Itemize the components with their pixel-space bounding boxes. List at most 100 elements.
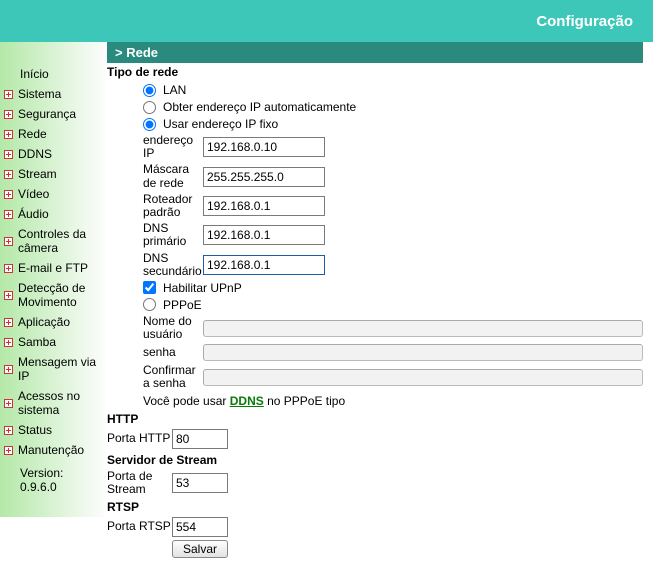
sidebar-item-status[interactable]: Status — [0, 420, 105, 440]
radio-lan-row[interactable]: LAN — [143, 83, 643, 97]
ddns-pre: Você pode usar — [143, 394, 230, 408]
page-header: Configuração — [0, 0, 653, 42]
plus-icon — [4, 90, 13, 99]
plus-icon — [4, 130, 13, 139]
save-row: Salvar — [107, 540, 643, 558]
sidebar-item-camera-controls[interactable]: Controles da câmera — [0, 224, 105, 258]
version-label: Version: 0.9.6.0 — [0, 460, 105, 497]
net-type-heading: Tipo de rede — [107, 65, 643, 79]
sidebar-item-inicio[interactable]: Início — [0, 64, 105, 84]
http-heading: HTTP — [107, 412, 643, 426]
plus-icon — [4, 291, 13, 300]
sidebar-item-motion[interactable]: Detecção de Movimento — [0, 278, 105, 312]
radio-fixedip-row[interactable]: Usar endereço IP fixo — [143, 117, 643, 131]
sidebar-item-label: Sistema — [18, 87, 61, 101]
plus-icon — [4, 237, 13, 246]
mask-row: Máscara de rede — [143, 163, 643, 189]
sidebar-item-stream[interactable]: Stream — [0, 164, 105, 184]
plus-icon — [4, 210, 13, 219]
upnp-label: Habilitar UPnP — [163, 281, 242, 295]
sidebar-item-seguranca[interactable]: Segurança — [0, 104, 105, 124]
sidebar: Início Sistema Segurança Rede DDNS Strea… — [0, 42, 105, 517]
radio-pppoe-row[interactable]: PPPoE — [143, 298, 643, 312]
mask-input[interactable] — [203, 167, 325, 187]
section-bar: > Rede — [107, 42, 643, 63]
sidebar-item-video[interactable]: Vídeo — [0, 184, 105, 204]
dns1-input[interactable] — [203, 225, 325, 245]
sidebar-item-access-log[interactable]: Acessos no sistema — [0, 386, 105, 420]
plus-icon — [4, 365, 13, 374]
sidebar-item-samba[interactable]: Samba — [0, 332, 105, 352]
save-button[interactable]: Salvar — [172, 540, 228, 558]
radio-autoip[interactable] — [143, 101, 156, 114]
sidebar-item-label: Início — [20, 67, 49, 81]
plus-icon — [4, 399, 13, 408]
gw-label: Roteador padrão — [143, 193, 203, 219]
sidebar-item-sistema[interactable]: Sistema — [0, 84, 105, 104]
dns1-row: DNS primário — [143, 222, 643, 248]
sidebar-item-label: Controles da câmera — [18, 227, 101, 255]
ddns-link[interactable]: DDNS — [230, 394, 264, 408]
pppoe-confirm-row: Confirmar a senha — [143, 364, 643, 390]
upnp-row[interactable]: Habilitar UPnP — [143, 281, 643, 295]
sidebar-item-label: Áudio — [18, 207, 49, 221]
sidebar-item-label: Stream — [18, 167, 57, 181]
sidebar-item-ddns[interactable]: DDNS — [0, 144, 105, 164]
dns2-label: DNS secundário — [143, 252, 203, 278]
ip-input[interactable] — [203, 137, 325, 157]
sidebar-item-label: Segurança — [18, 107, 76, 121]
radio-lan[interactable] — [143, 84, 156, 97]
plus-icon — [4, 264, 13, 273]
plus-icon — [4, 150, 13, 159]
pppoe-user-row: Nome do usuário — [143, 315, 643, 341]
sidebar-item-label: Mensagem via IP — [18, 355, 101, 383]
pppoe-pass-input[interactable] — [203, 344, 643, 361]
sidebar-item-label: DDNS — [18, 147, 52, 161]
layout: Início Sistema Segurança Rede DDNS Strea… — [0, 42, 653, 558]
rtsp-port-row: Porta RTSP — [107, 517, 643, 537]
plus-icon — [4, 426, 13, 435]
http-port-input[interactable] — [172, 429, 228, 449]
rtsp-heading: RTSP — [107, 500, 643, 514]
radio-autoip-row[interactable]: Obter endereço IP automaticamente — [143, 100, 643, 114]
stream-port-label: Porta de Stream — [107, 470, 172, 496]
stream-port-input[interactable] — [172, 473, 228, 493]
pppoe-pass-label: senha — [143, 346, 203, 359]
radio-pppoe-label: PPPoE — [163, 298, 202, 312]
plus-icon — [4, 190, 13, 199]
dns1-label: DNS primário — [143, 222, 203, 248]
plus-icon — [4, 318, 13, 327]
sidebar-item-rede[interactable]: Rede — [0, 124, 105, 144]
sidebar-item-label: E-mail e FTP — [18, 261, 88, 275]
http-port-row: Porta HTTP — [107, 429, 643, 449]
sidebar-item-audio[interactable]: Áudio — [0, 204, 105, 224]
pppoe-pass-row: senha — [143, 344, 643, 361]
sidebar-item-label: Manutenção — [18, 443, 84, 457]
pppoe-confirm-label: Confirmar a senha — [143, 364, 203, 390]
sidebar-item-email-ftp[interactable]: E-mail e FTP — [0, 258, 105, 278]
sidebar-item-label: Status — [18, 423, 52, 437]
plus-icon — [4, 338, 13, 347]
radio-fixedip[interactable] — [143, 118, 156, 131]
pppoe-confirm-input[interactable] — [203, 369, 643, 386]
sidebar-item-application[interactable]: Aplicação — [0, 312, 105, 332]
upnp-checkbox[interactable] — [143, 281, 156, 294]
plus-icon — [4, 446, 13, 455]
sidebar-item-label: Rede — [18, 127, 47, 141]
dns2-input[interactable] — [203, 255, 325, 275]
ddns-post: no PPPoE tipo — [264, 394, 345, 408]
radio-lan-label: LAN — [163, 83, 186, 97]
ip-label: endereço IP — [143, 134, 203, 160]
sidebar-item-maintenance[interactable]: Manutenção — [0, 440, 105, 460]
rtsp-port-input[interactable] — [172, 517, 228, 537]
gw-input[interactable] — [203, 196, 325, 216]
stream-heading: Servidor de Stream — [107, 453, 643, 467]
radio-pppoe[interactable] — [143, 298, 156, 311]
page-title: Configuração — [536, 13, 633, 30]
sidebar-item-label: Aplicação — [18, 315, 70, 329]
sidebar-item-label: Detecção de Movimento — [18, 281, 101, 309]
pppoe-user-input[interactable] — [203, 320, 643, 337]
http-port-label: Porta HTTP — [107, 432, 172, 445]
sidebar-item-ip-message[interactable]: Mensagem via IP — [0, 352, 105, 386]
plus-icon — [4, 170, 13, 179]
